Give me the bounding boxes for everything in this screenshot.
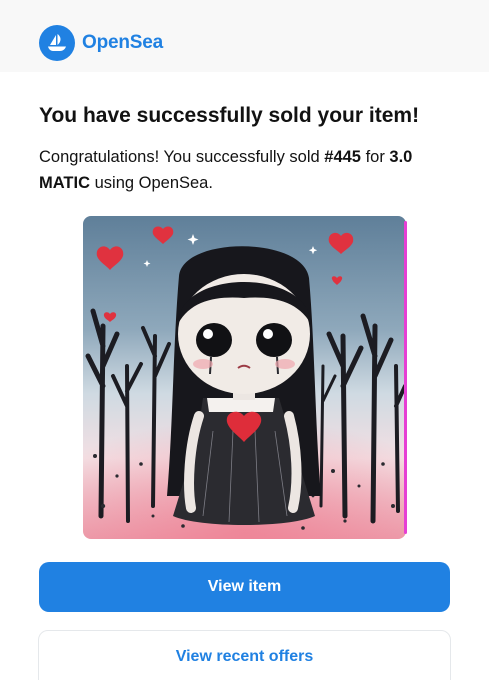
message-for: for [360,148,390,166]
image-edge-highlight [404,221,407,534]
view-item-button[interactable]: View item [39,562,450,612]
page-title: You have successfully sold your item! [39,104,420,127]
opensea-boat-icon [39,25,75,61]
item-id: #445 [324,148,361,166]
opensea-logo[interactable]: OpenSea [39,25,163,61]
message-suffix: using OpenSea. [90,174,213,192]
sale-message: Congratulations! You successfully sold #… [39,144,439,196]
email-page: OpenSea You have successfully sold your … [0,0,489,680]
view-recent-offers-button[interactable]: View recent offers [38,630,451,680]
email-header: OpenSea [0,0,489,72]
gothic-girl-artwork [83,216,406,539]
nft-image[interactable] [83,216,406,539]
message-prefix: Congratulations! You successfully sold [39,148,325,166]
brand-name: OpenSea [82,32,163,53]
